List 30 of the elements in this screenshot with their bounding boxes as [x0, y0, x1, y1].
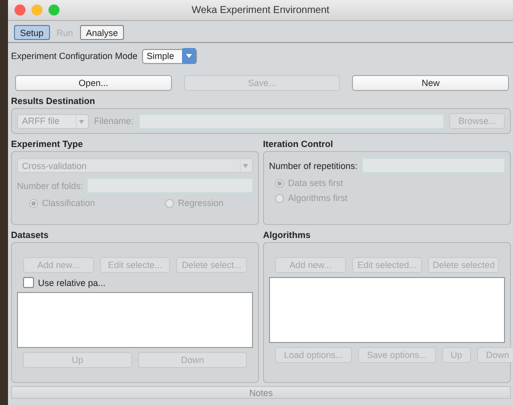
config-mode-label: Experiment Configuration Mode	[11, 51, 138, 61]
toolbar-button[interactable]: New	[352, 75, 510, 91]
config-mode-dropdown[interactable]: Simple	[142, 48, 197, 64]
radio-option[interactable]: Algorithms first	[269, 193, 505, 203]
window-title: Weka Experiment Environment	[192, 4, 330, 16]
section-title: Datasets	[11, 230, 50, 242]
experiment-type-dropdown[interactable]: Cross-validation	[17, 158, 253, 173]
radio-option[interactable]: Classification	[23, 198, 96, 208]
radio-option[interactable]: Regression	[159, 198, 224, 208]
tab[interactable]: Analyse	[80, 25, 124, 40]
notes-button[interactable]: Notes	[11, 386, 511, 399]
radio-option[interactable]: Data sets first	[269, 178, 505, 188]
close-icon[interactable]	[14, 4, 26, 16]
repetitions-label: Number of repetitions:	[269, 160, 358, 170]
dropdown-arrow-icon	[240, 159, 250, 172]
datasets-list[interactable]	[17, 292, 253, 348]
folds-label: Number of folds:	[17, 180, 84, 190]
dropdown-arrow-icon	[76, 114, 86, 128]
section-title: Iteration Control	[263, 139, 334, 151]
section-title: Experiment Type	[11, 139, 84, 151]
destination-dropdown[interactable]: ARFF file	[17, 114, 89, 128]
algorithms-list[interactable]	[269, 277, 505, 343]
section-title: Results Destination	[11, 96, 96, 108]
section-title: Algorithms	[263, 230, 312, 242]
toolbar-button[interactable]: Open...	[15, 75, 172, 91]
filename-label: Filename:	[94, 116, 134, 126]
maximize-icon[interactable]	[48, 4, 60, 16]
checkbox-option[interactable]: Use relative pa...	[17, 277, 253, 288]
tab[interactable]: Setup	[14, 25, 50, 40]
minimize-icon[interactable]	[31, 4, 43, 16]
